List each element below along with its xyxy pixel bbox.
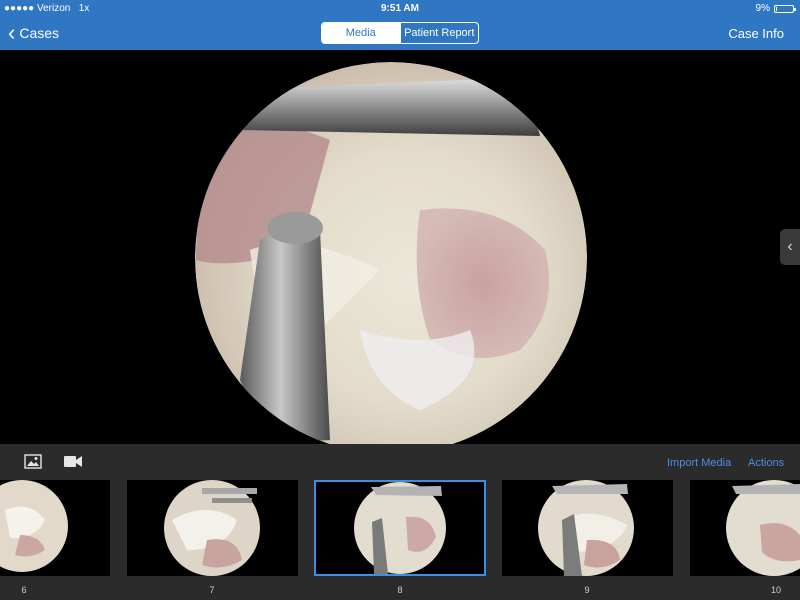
- thumbnail-label: 7: [209, 585, 215, 595]
- navigation-bar: ●●●●● Verizon 1x 9:51 AM 9% ‹ Cases Medi…: [0, 0, 800, 50]
- thumbnail-label: 6: [21, 585, 27, 595]
- back-label: Cases: [19, 25, 60, 41]
- thumbnail-10[interactable]: [690, 480, 800, 576]
- thumbnail-8[interactable]: [314, 480, 486, 576]
- photo-icon[interactable]: [24, 454, 42, 469]
- tab-patient-report[interactable]: Patient Report: [399, 23, 479, 43]
- thumbnail-label: 9: [584, 585, 590, 595]
- battery-status: 9%: [755, 3, 796, 14]
- battery-percent: 9%: [755, 3, 770, 14]
- thumbnail-image: [0, 480, 68, 572]
- thumbnail-9[interactable]: [502, 480, 673, 576]
- chevron-left-icon: ‹: [787, 238, 793, 255]
- thumbnail-strip: 6 7 8 9 10: [0, 480, 800, 600]
- status-bar: ●●●●● Verizon 1x 9:51 AM 9%: [0, 0, 800, 18]
- media-toolbar: Import Media Actions: [0, 444, 800, 478]
- thumbnail-label: 8: [397, 585, 403, 595]
- import-media-button[interactable]: Import Media: [667, 457, 731, 469]
- video-camera-icon[interactable]: [64, 455, 82, 468]
- thumbnail-image: [538, 480, 634, 576]
- chevron-left-icon: ‹: [8, 20, 16, 45]
- side-panel-handle[interactable]: ‹: [780, 229, 800, 265]
- segmented-control: Media Patient Report: [321, 22, 479, 44]
- media-panel: Import Media Actions 6 7 8 9 10: [0, 444, 800, 600]
- thumbnail-image: [164, 480, 260, 576]
- back-button[interactable]: ‹ Cases: [8, 22, 59, 44]
- clock: 9:51 AM: [381, 3, 419, 14]
- media-viewer: ‹: [0, 50, 800, 454]
- arthroscopy-image: [195, 62, 587, 454]
- tab-media[interactable]: Media: [322, 23, 400, 43]
- thumbnail-7[interactable]: [127, 480, 298, 576]
- thumbnail-label: 10: [770, 585, 781, 595]
- battery-icon: [774, 4, 796, 13]
- thumbnail-6[interactable]: [0, 480, 110, 576]
- actions-button[interactable]: Actions: [748, 457, 784, 469]
- thumbnail-image: [354, 482, 446, 574]
- thumbnail-image: [726, 480, 800, 576]
- case-info-button[interactable]: Case Info: [728, 26, 784, 41]
